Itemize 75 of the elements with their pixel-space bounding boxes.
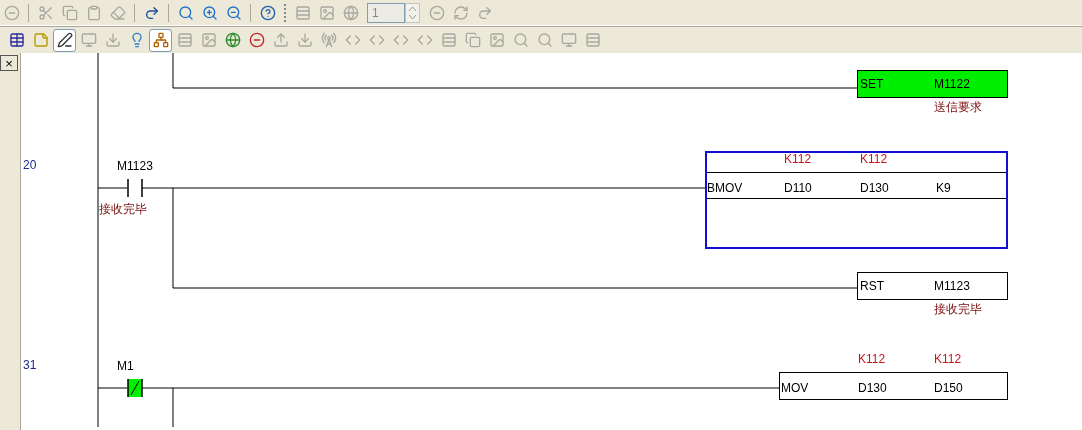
output-instruction[interactable]: RST M1123 [857,272,1008,300]
image-icon [488,32,505,48]
instruction-operand: K9 [936,182,951,194]
redo-icon [476,4,493,21]
download-icon [104,32,121,48]
operand-value: K112 [934,353,962,365]
pen-tool[interactable] [53,28,76,52]
output-instruction[interactable]: SET M1122 [857,70,1008,98]
wire [97,387,128,389]
instruction-operand: M1122 [934,76,970,93]
rows-icon [176,32,193,48]
instruction-operand: D110 [784,182,812,194]
help-icon [259,4,276,21]
rows-icon [584,32,601,48]
spinner[interactable] [405,2,420,23]
instruction-block[interactable] [779,372,1008,400]
table-icon [8,32,25,48]
monitor-icon [80,32,97,48]
ladder-icon [152,32,169,48]
paste-icon [85,4,102,21]
globe-icon [342,4,359,21]
search-icon [536,32,553,48]
wire [97,187,128,189]
note-icon [32,32,49,48]
code-icon [368,32,385,48]
refresh-icon [452,4,469,21]
instruction-op: SET [859,76,885,93]
output-comment: 送信要求 [934,101,982,113]
eraser-icon [109,4,126,21]
search-icon [512,32,529,48]
code-icon [344,32,361,48]
spin-arrows-icon [409,5,416,20]
upload-icon [272,32,289,48]
instruction-op: RST [859,278,885,295]
code-icon [392,32,409,48]
redo-icon [143,4,160,21]
contact[interactable] [127,179,143,197]
contact-label: M1 [117,360,134,372]
image-icon [318,4,335,21]
close-button[interactable]: × [0,55,18,71]
output-comment: 接收完毕 [934,303,982,315]
operand-value: K112 [860,153,888,165]
step-number: 31 [23,359,37,371]
instruction-operand: D130 [860,182,889,194]
operand-value: K112 [858,353,886,365]
code-icon [416,32,433,48]
instruction-operand: D150 [934,382,963,394]
rows-icon [294,4,311,21]
globe-icon [224,32,241,48]
stop-icon [428,4,445,21]
pen-icon [56,32,73,48]
operand-value: K112 [784,153,812,165]
copy-icon [61,4,78,21]
scissors-icon [37,4,54,21]
ladder-tool[interactable] [149,28,172,52]
monitor-icon [560,32,577,48]
instruction-operand: M1123 [934,278,970,295]
contact[interactable] [127,379,143,397]
stop-icon [3,4,20,21]
step-number: 20 [23,159,37,171]
instruction-op: BMOV [707,182,743,194]
instruction-op: MOV [781,382,809,394]
instruction-block[interactable] [705,151,1008,249]
zoom-in-icon [201,4,218,21]
stop-icon [248,32,265,48]
image-icon [200,32,217,48]
copy-icon [464,32,481,48]
rows-icon [440,32,457,48]
zoom-out-icon [225,4,242,21]
contact-comment: 接收完毕 [99,203,147,215]
antenna-icon [320,32,337,48]
contact-label: M1123 [117,160,153,172]
search-icon [177,4,194,21]
instruction-operand: D130 [858,382,887,394]
download-icon [296,32,313,48]
